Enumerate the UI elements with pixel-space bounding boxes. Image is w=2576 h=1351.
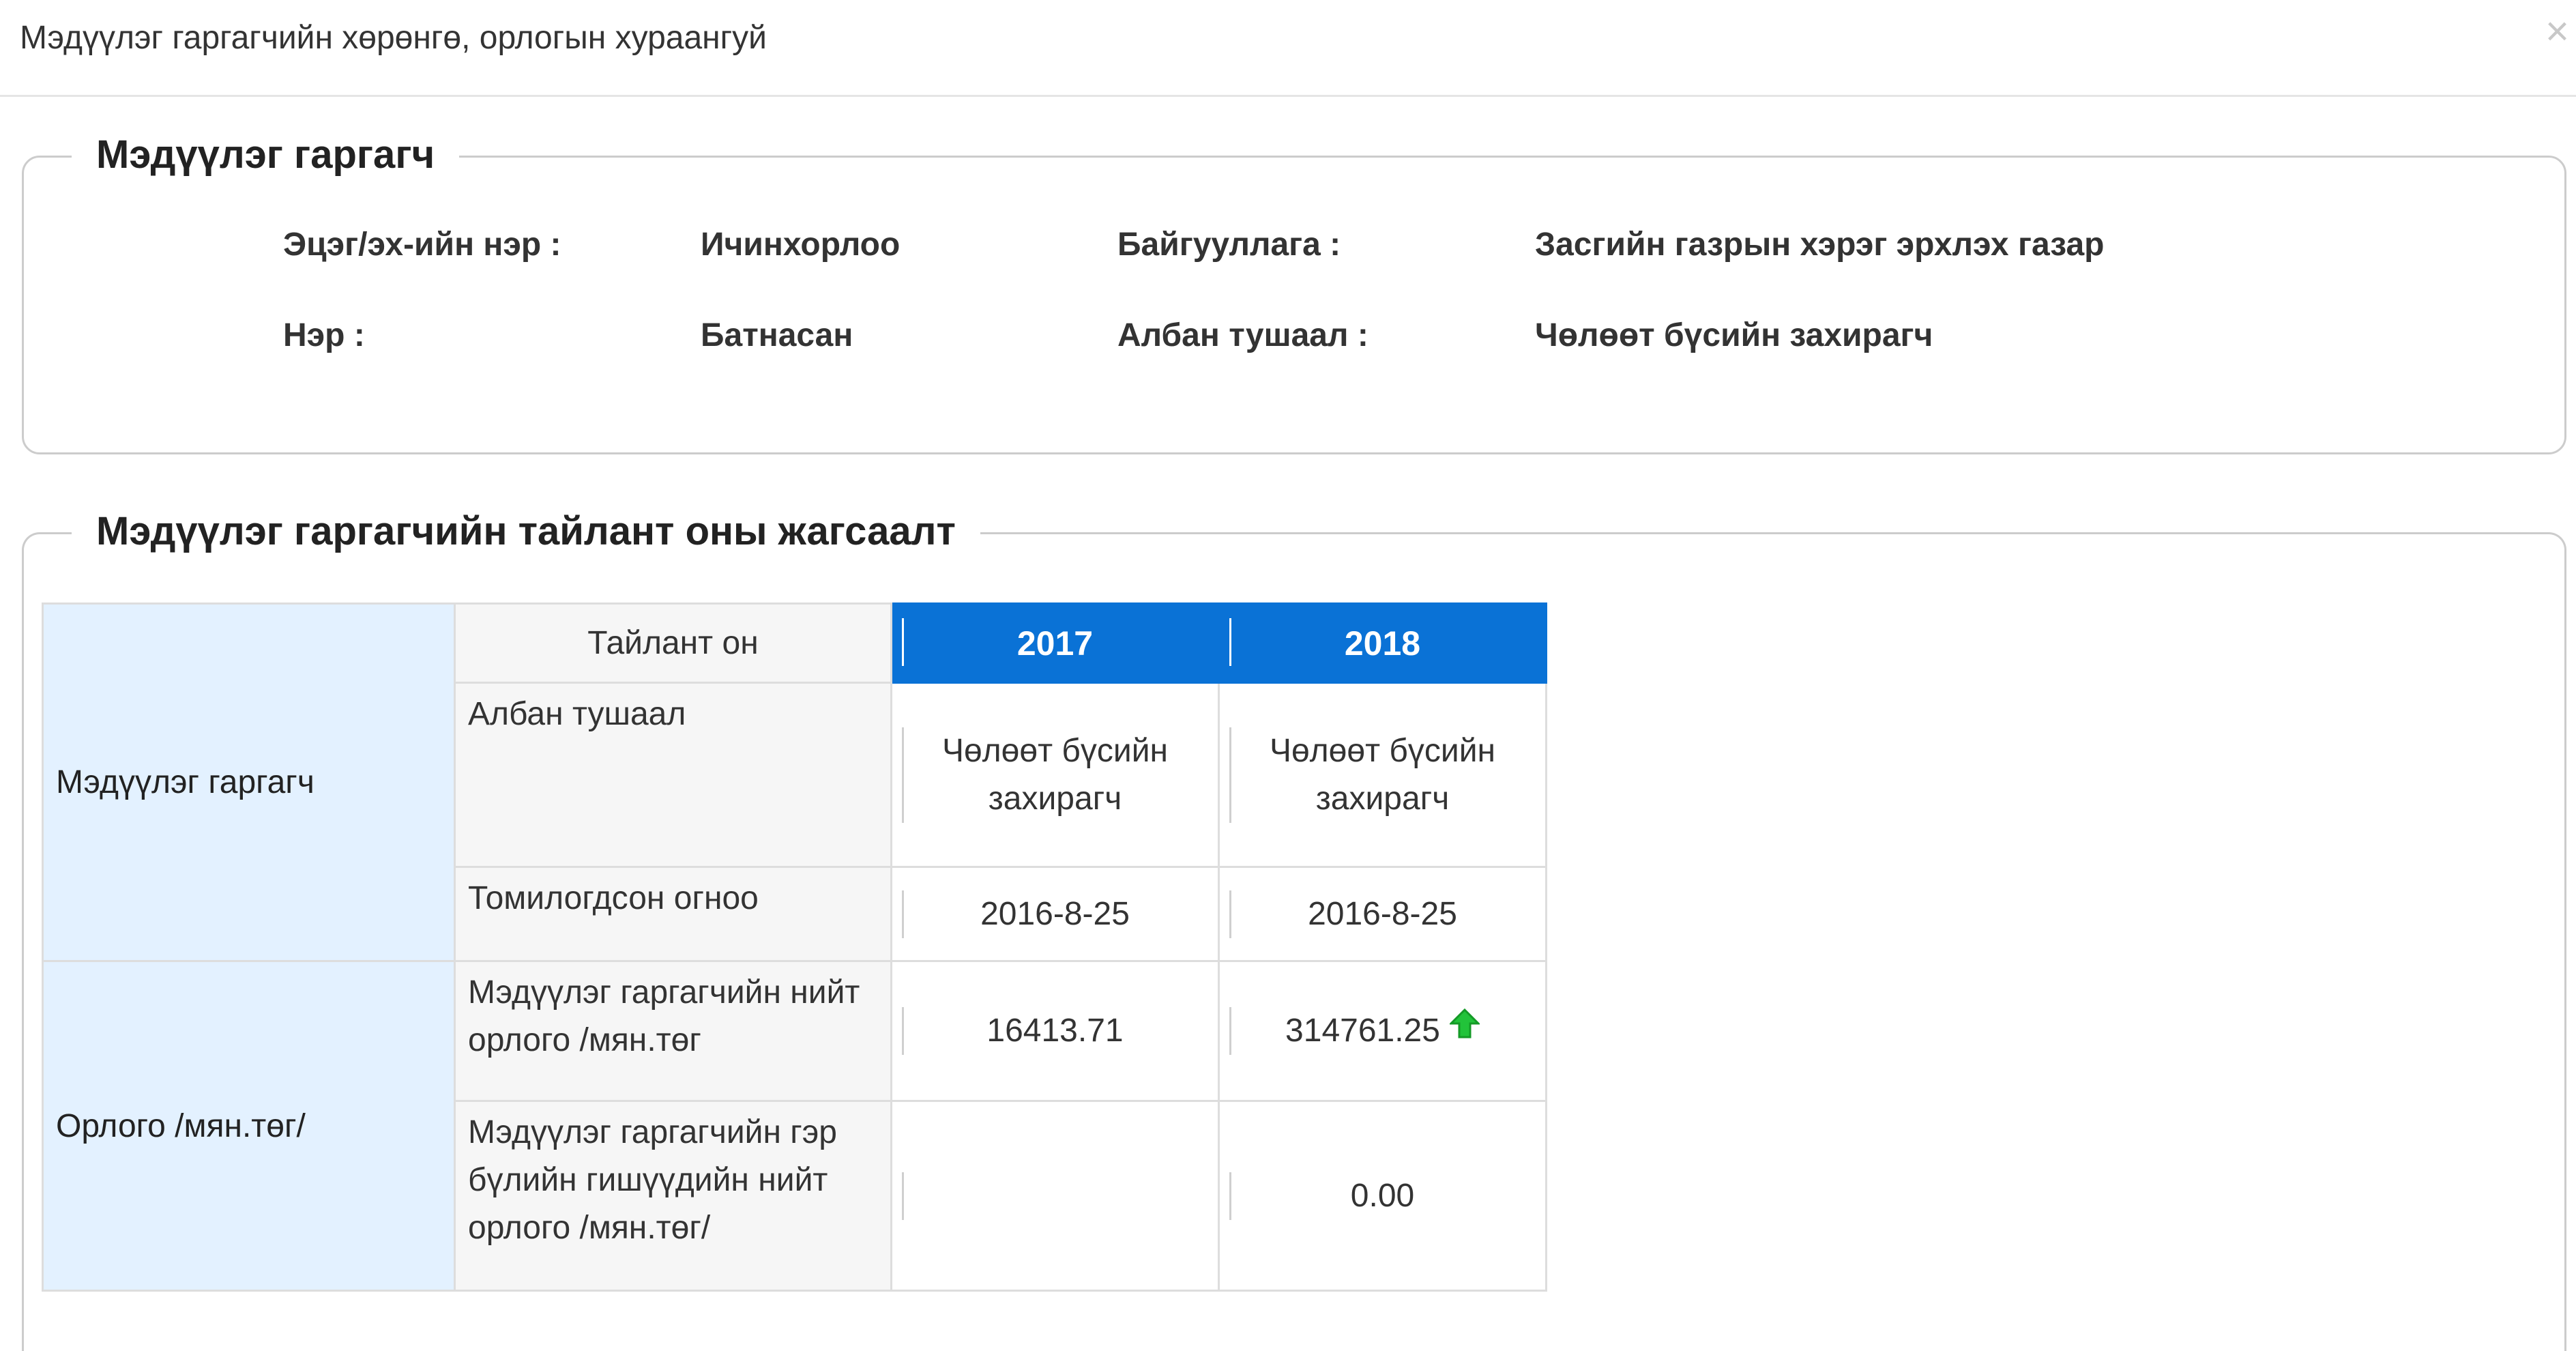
row-label-appointed-date: Томилогдсон огноо [454, 866, 892, 962]
position-label: Албан тушаал : [1117, 317, 1368, 353]
up-arrow-icon [1448, 1006, 1481, 1054]
modal-title: Мэдүүлэг гаргагчийн хөрөнгө, орлогын хур… [20, 20, 767, 56]
group-declarant: Мэдүүлэг гаргагч [42, 602, 456, 962]
cell-family-income-2018: 0.00 [1218, 1100, 1547, 1292]
parent-name-label: Эцэг/эх-ийн нэр : [283, 227, 561, 263]
cell-text: 314761.25 [1285, 1013, 1440, 1049]
organization-value: Засгийн газрын хэрэг эрхлэх газар [1535, 227, 2105, 263]
year-header-2018: 2018 [1218, 602, 1547, 684]
declarant-fieldset: Мэдүүлэг гаргагч Эцэг/эх-ийн нэр : Ичинх… [22, 130, 2566, 454]
row-label-position: Албан тушаал [454, 682, 892, 868]
cell-appointed-2018: 2016-8-25 [1218, 866, 1547, 962]
summary-fieldset: Мэдүүлэг гаргагчийн тайлант оны жагсаалт… [22, 507, 2566, 1351]
parent-name-value: Ичинхорлоо [701, 227, 901, 263]
year-header-2017: 2017 [890, 602, 1220, 684]
summary-legend: Мэдүүлэг гаргагчийн тайлант оны жагсаалт [72, 507, 980, 556]
organization-label: Байгууллага : [1117, 227, 1341, 263]
table-header-row: Мэдүүлэг гаргагч Тайлант он 2017 2018 [42, 602, 1547, 962]
cell-income-2017: 16413.71 [890, 960, 1220, 1102]
cell-text: Чөлөөт бүсийн захирагч [941, 732, 1169, 817]
cell-appointed-2017: 2016-8-25 [890, 866, 1220, 962]
cell-text: Чөлөөт бүсийн захирагч [1269, 732, 1496, 817]
cell-family-income-2017 [890, 1100, 1220, 1292]
row-label-family-income: Мэдүүлэг гаргагчийн гэр бүлийн гишүүдийн… [454, 1100, 892, 1292]
close-button[interactable]: × [2545, 7, 2569, 56]
modal-header: Мэдүүлэг гаргагчийн хөрөнгө, орлогын хур… [0, 0, 2576, 97]
cell-position-2018: Чөлөөт бүсийн захирагч [1218, 682, 1547, 868]
header-year-label: Тайлант он [454, 602, 892, 684]
name-label: Нэр : [283, 317, 365, 353]
table-row: Орлого /мян.төг/ Мэдүүлэг гаргагчийн ний… [42, 960, 1547, 1292]
summary-table: Мэдүүлэг гаргагч Тайлант он 2017 2018 Ал… [42, 602, 1547, 1292]
name-value: Батнасан [701, 317, 853, 353]
declarant-legend: Мэдүүлэг гаргагч [72, 130, 460, 179]
cell-position-2017: Чөлөөт бүсийн захирагч [890, 682, 1220, 868]
cell-income-2018: 314761.25 [1218, 960, 1547, 1102]
group-income: Орлого /мян.төг/ [42, 960, 456, 1292]
position-value: Чөлөөт бүсийн захирагч [1535, 317, 1933, 353]
row-label-total-income: Мэдүүлэг гаргагчийн нийт орлого /мян.төг [454, 960, 892, 1102]
